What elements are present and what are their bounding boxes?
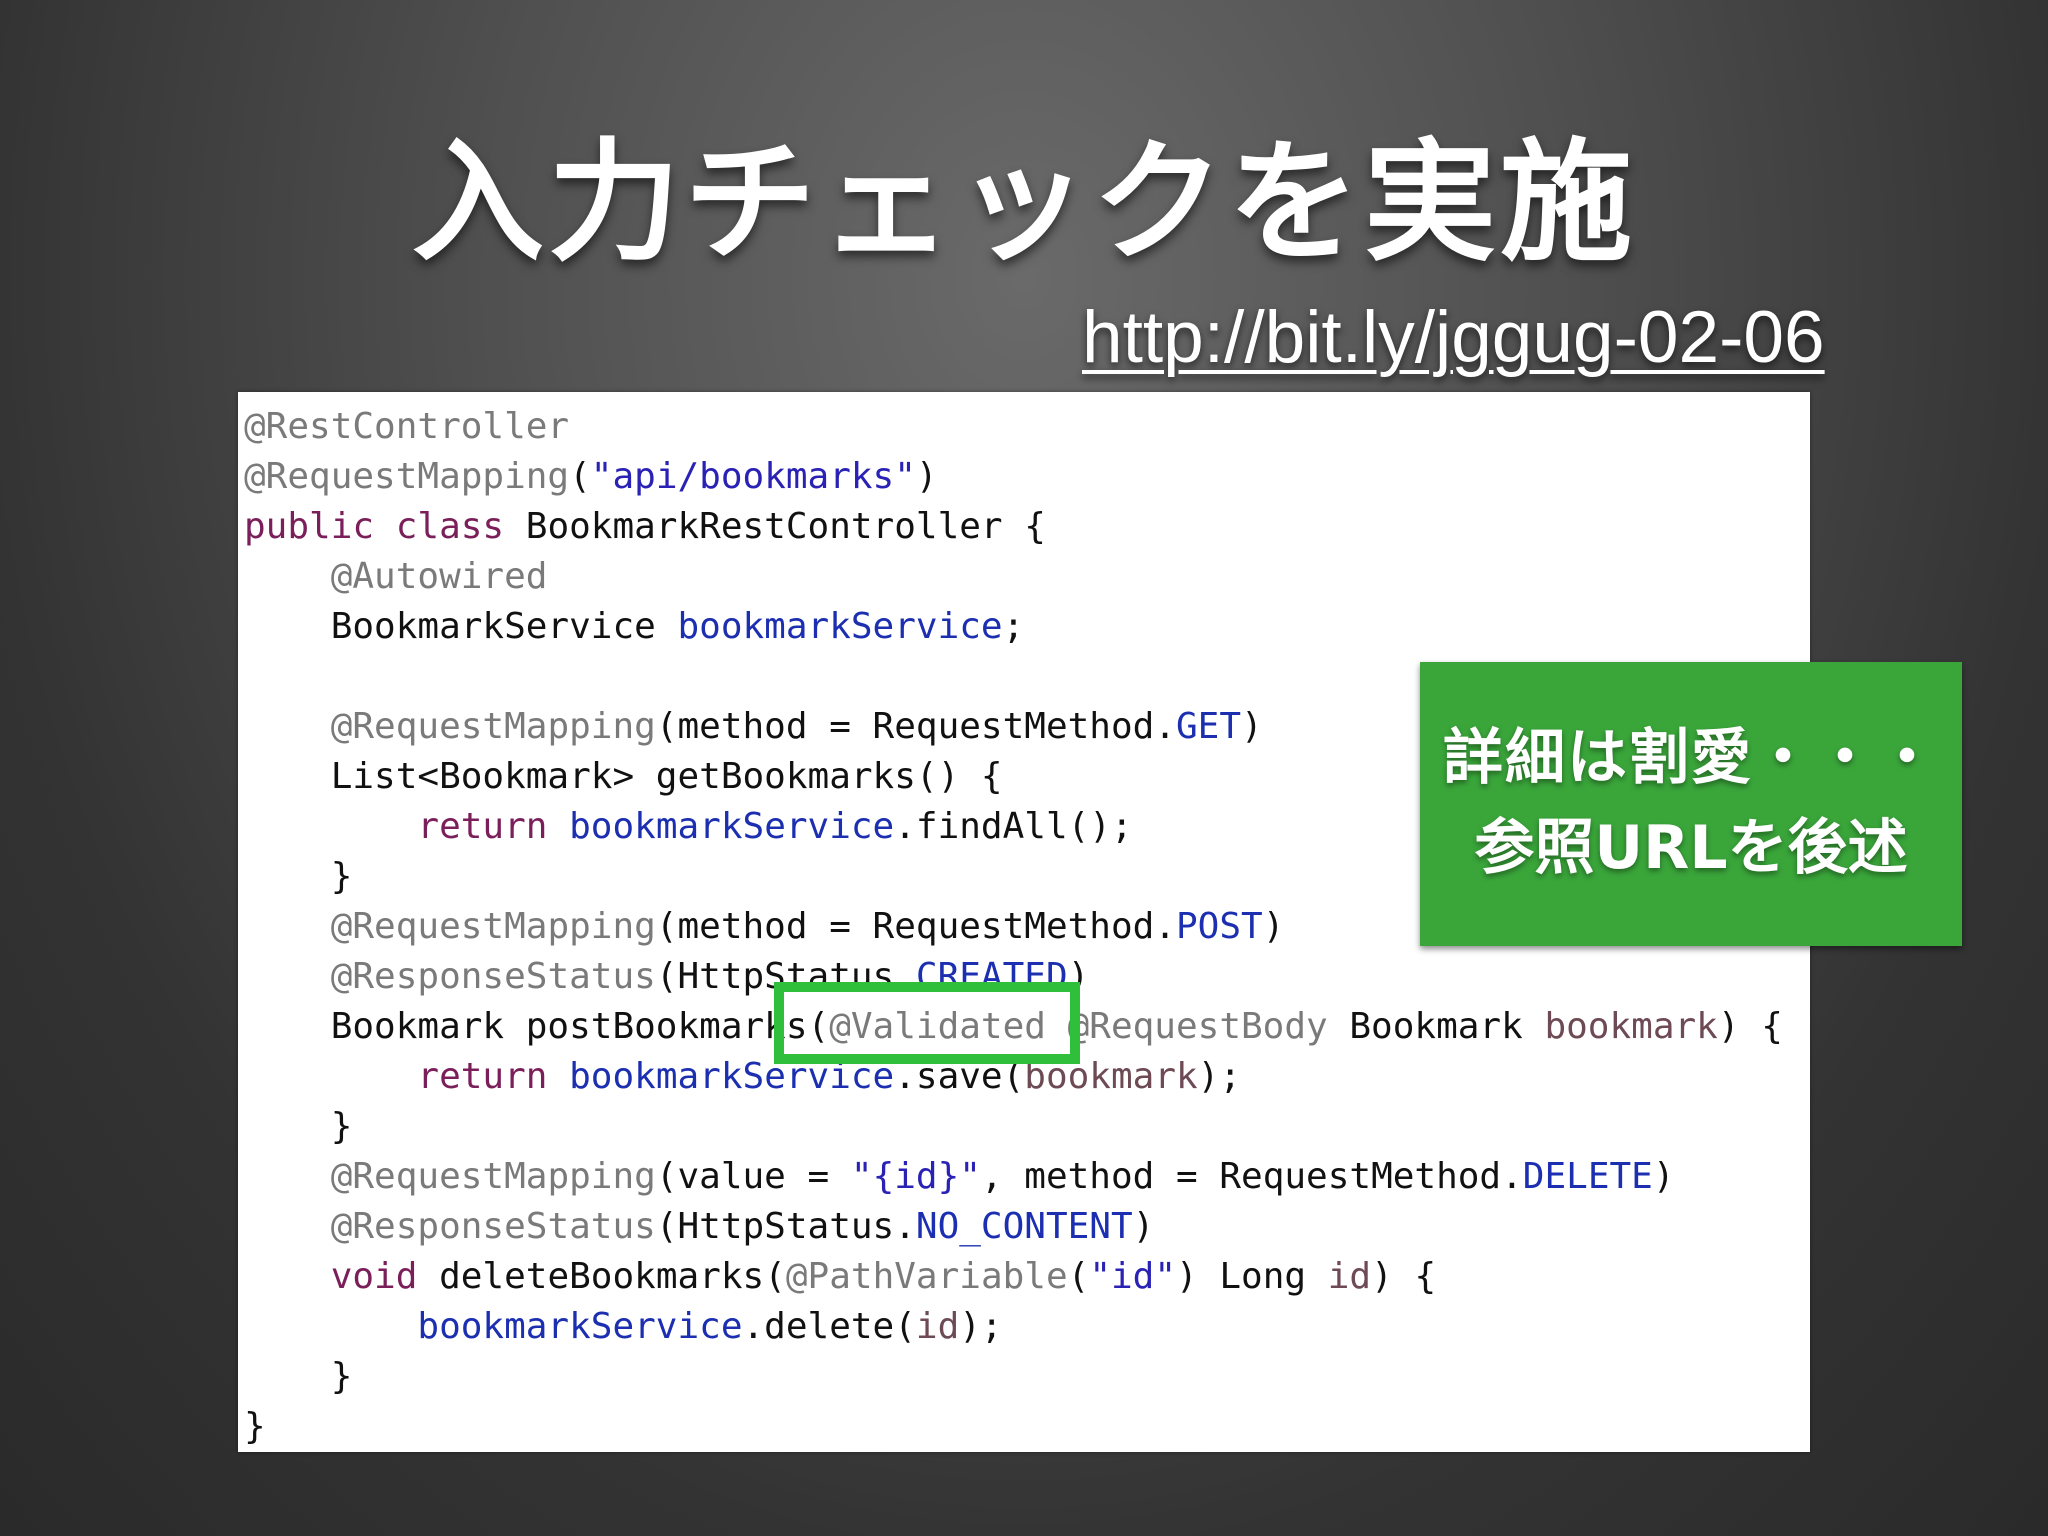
code-token-txt: } [244,856,353,897]
code-token-fld: POST [1175,906,1263,947]
code-line: } [244,1102,1783,1152]
code-line: void deleteBookmarks(@PathVariable("id")… [244,1252,1783,1302]
validated-highlight-box [774,982,1080,1064]
code-token-txt: BookmarkService [244,606,678,647]
code-token-txt: (method = RequestMethod. [655,706,1176,747]
code-token-str: "id" [1089,1256,1177,1297]
callout-line-1: 詳細は割愛・・・ [1443,723,1939,793]
code-token-txt: Bookmark postBookmarks( [244,1006,830,1047]
code-token-fld: bookmarkService [417,1306,743,1347]
callout-box: 詳細は割愛・・・ 参照URLを後述 [1420,662,1962,946]
code-token-str: "{id}" [850,1156,981,1197]
code-token-txt: ( [569,456,591,497]
code-token-fld: GET [1175,706,1242,747]
code-line: public class BookmarkRestController { [244,502,1783,552]
code-token-txt: Bookmark [1327,1006,1545,1047]
code-token-ann: @ResponseStatus [330,1206,656,1247]
code-token-txt: } [244,1106,353,1147]
code-token-par: id [1327,1256,1372,1297]
code-token-txt: ( [1067,1256,1090,1297]
code-token-txt: (value = [655,1156,851,1197]
code-token-txt: .findAll(); [894,806,1133,847]
reference-link[interactable]: http://bit.ly/jggug-02-06 [1082,296,1825,380]
code-line: BookmarkService bookmarkService; [244,602,1783,652]
code-line: @RequestMapping(value = "{id}", method =… [244,1152,1783,1202]
callout-line-2: 参照URLを後述 [1474,813,1908,883]
code-line: } [244,1352,1783,1402]
code-token-txt: ) [1652,1156,1675,1197]
code-token-txt: .delete( [742,1306,916,1347]
slide-title: 入力チェックを実施 [412,126,1636,280]
code-token-ann: @RequestMapping [330,1156,656,1197]
code-token-txt: } [244,1406,266,1447]
code-token-txt: deleteBookmarks( [417,1256,786,1297]
code-token-kw: return [417,1056,548,1097]
code-token-fld: bookmarkService [677,606,1003,647]
code-token-txt: ); [959,1306,1003,1347]
code-token-par: bookmark [1544,1006,1718,1047]
code-token-txt: BookmarkRestController { [504,506,1046,547]
code-token-txt: ) Long [1176,1256,1328,1297]
code-token-txt: ) { [1717,1006,1783,1047]
code-token-txt: , method = RequestMethod. [980,1156,1523,1197]
code-line: @ResponseStatus(HttpStatus.NO_CONTENT) [244,1202,1783,1252]
code-token-txt: ) [1262,906,1285,947]
code-token-ann: @RequestMapping [330,906,656,947]
code-line: @RequestMapping("api/bookmarks") [244,452,1783,502]
code-token-txt: (method = RequestMethod. [655,906,1176,947]
code-token-fld: bookmarkService [569,806,895,847]
code-token-txt: ) [1132,1206,1155,1247]
code-token-ann: @ResponseStatus [330,956,656,997]
code-token-txt: ; [1002,606,1025,647]
code-token-ann: @RestController [244,406,570,447]
code-token-ann: @PathVariable [785,1256,1068,1297]
code-token-txt: ) [915,456,938,497]
code-token-str: "api/bookmarks" [590,456,916,497]
code-token-ann: @RequestMapping [244,456,570,497]
code-token-txt: ); [1197,1056,1242,1097]
code-token-ann: @Autowired [330,556,548,597]
code-line: } [244,1402,1783,1452]
code-token-txt: List<Bookmark> getBookmarks() { [244,756,1003,797]
code-token-kw: void [330,1256,418,1297]
code-line: bookmarkService.delete(id); [244,1302,1783,1352]
code-line: @Autowired [244,552,1783,602]
code-token-txt: ) [1241,706,1263,747]
code-line: @RestController [244,402,1783,452]
code-token-txt: } [244,1356,353,1397]
code-token-fld: NO_CONTENT [915,1206,1133,1247]
code-token-kw: public class [244,506,505,547]
code-token-par: id [915,1306,960,1347]
code-token-fld: DELETE [1522,1156,1653,1197]
code-token-txt: ) { [1371,1256,1437,1297]
code-token-kw: return [417,806,548,847]
code-token-ann: @RequestMapping [330,706,656,747]
code-token-txt: (HttpStatus. [655,1206,916,1247]
